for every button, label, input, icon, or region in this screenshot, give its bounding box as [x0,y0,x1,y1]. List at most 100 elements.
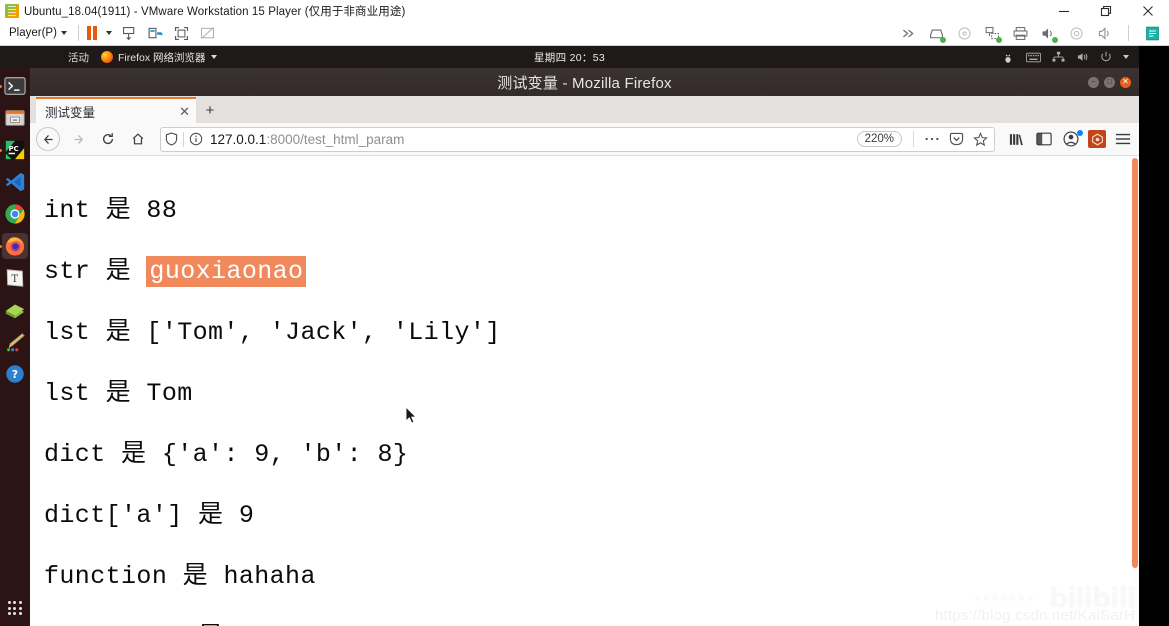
paint-brush-icon [7,333,25,352]
cd-drive-icon[interactable] [956,25,973,42]
running-indicator [0,148,2,152]
reload-button[interactable] [94,125,122,153]
running-indicator [0,84,2,88]
new-tab-button[interactable]: + [196,97,224,123]
tux-icon[interactable] [1001,51,1015,64]
dock-item-vscode[interactable] [2,169,28,195]
forward-button[interactable] [64,125,92,153]
home-button[interactable] [124,125,152,153]
toolbar-divider [77,25,79,41]
bookmark-star-icon[interactable] [971,131,990,147]
speaker-icon[interactable] [1096,25,1113,42]
account-icon[interactable] [1061,130,1083,147]
dock-item-help[interactable]: ? [2,361,28,387]
ff-minimize-button[interactable]: − [1088,76,1099,88]
network-icon[interactable] [1052,51,1065,63]
ff-maximize-button[interactable]: □ [1104,76,1115,88]
line-prefix: dict['a'] 是 [44,501,239,530]
line-value: ['Tom', 'Jack', 'Lily'] [146,318,501,347]
line-prefix: lst 是 [44,318,147,347]
url-input[interactable]: 127.0.0.1:8000/test_html_param [208,132,852,147]
power-icon[interactable] [1100,51,1112,63]
url-divider [183,131,184,147]
restore-button[interactable] [1085,0,1127,21]
line-prefix: int 是 [44,196,147,225]
show-applications-button[interactable] [0,601,30,616]
printer-icon[interactable] [1012,25,1029,42]
dock-item-paint[interactable] [2,329,28,355]
pycharm-icon: PC [5,140,25,160]
chevrons-icon[interactable] [900,25,917,42]
page-scrollbar[interactable] [1130,156,1139,626]
vmware-toolbar: Player(P) [0,21,1169,46]
usb-icon[interactable] [1068,25,1085,42]
page-content: int 是 88 str 是 guoxiaonao lst 是 ['Tom', … [30,156,1139,626]
extension-icon[interactable] [1088,130,1106,148]
vmware-toolbar-right-icons [900,25,1169,43]
running-indicator [0,244,2,248]
firefox-navbar: 127.0.0.1:8000/test_html_param 220% [30,123,1139,156]
toolbar-divider-2 [1128,25,1129,41]
line-prefix: dict 是 [44,440,162,469]
tab-test-variable[interactable]: 测试变量 ✕ [36,97,196,123]
chrome-icon [5,204,25,224]
hard-disk-icon-wrap[interactable] [928,25,946,43]
sidebar-icon[interactable] [1034,132,1054,146]
keyboard-icon[interactable] [1026,52,1041,63]
line-value: 9 [238,501,255,530]
page-line: class obj 是 wangwang [44,607,1139,626]
menu-hamburger-icon[interactable] [1113,132,1133,146]
fullscreen-icon[interactable] [173,25,190,42]
line-value: 88 [146,196,178,225]
tab-close-icon[interactable]: ✕ [179,105,190,118]
line-prefix: function 是 [44,562,224,591]
snapshot-icon[interactable] [121,25,138,42]
line-value: Tom [146,379,193,408]
vmware-titlebar: Ubuntu_18.04(1911) - VMware Workstation … [0,0,1169,21]
notes-icon[interactable] [1144,25,1161,42]
url-bar[interactable]: 127.0.0.1:8000/test_html_param 220% [160,126,995,152]
dock-item-firefox[interactable] [0,233,28,259]
pocket-icon[interactable] [947,132,966,146]
ubuntu-topbar: 活动 Firefox 网络浏览器 星期四 20：53 [0,46,1139,68]
player-menu-button[interactable]: Player(P) [0,27,74,39]
ellipsis-icon[interactable] [922,136,942,142]
firefox-tabstrip: 测试变量 ✕ + [30,96,1139,123]
manage-snapshots-icon[interactable] [147,25,164,42]
pause-icon[interactable] [86,26,98,40]
shield-icon[interactable] [165,132,178,146]
vmware-icon [5,3,19,18]
zoom-level-badge[interactable]: 220% [856,131,902,147]
firefox-window-controls: − □ ✕ [1088,68,1131,96]
unity-mode-icon[interactable] [199,25,216,42]
vscode-icon [5,172,25,192]
clock[interactable]: 星期四 20：53 [0,50,1139,65]
library-icon[interactable] [1007,132,1027,147]
page-info-icon[interactable] [189,132,203,146]
dock-item-pycharm[interactable]: PC [0,137,28,163]
device-connected-dot [996,36,1002,43]
dock-item-typora[interactable]: T [2,265,28,291]
dock-item-books[interactable] [2,297,28,323]
ff-close-button[interactable]: ✕ [1120,76,1131,88]
dock-item-terminal[interactable] [0,73,28,99]
back-button[interactable] [36,127,60,151]
grid-icon [7,601,23,616]
dock-item-chrome[interactable] [2,201,28,227]
minimize-button[interactable] [1043,0,1085,21]
ubuntu-dock: PC T ? [0,68,30,626]
mouse-cursor [405,405,418,430]
volume-icon[interactable] [1076,51,1089,63]
pause-dropdown-caret-icon[interactable] [106,31,113,35]
dock-item-files[interactable] [2,105,28,131]
vmware-toolbar-left-icons [83,25,217,42]
network-adapter-icon-wrap[interactable] [984,25,1002,43]
typora-icon: T [6,269,24,287]
scrollbar-thumb[interactable] [1132,158,1138,568]
ubuntu-desktop: 活动 Firefox 网络浏览器 星期四 20：53 PC T ? 测试变量 -… [0,46,1139,626]
sound-card-icon-wrap[interactable] [1040,25,1058,43]
files-icon [5,110,25,126]
close-button[interactable] [1127,0,1169,21]
svg-text:T: T [11,274,18,285]
line-value-highlighted: guoxiaonao [146,256,307,287]
